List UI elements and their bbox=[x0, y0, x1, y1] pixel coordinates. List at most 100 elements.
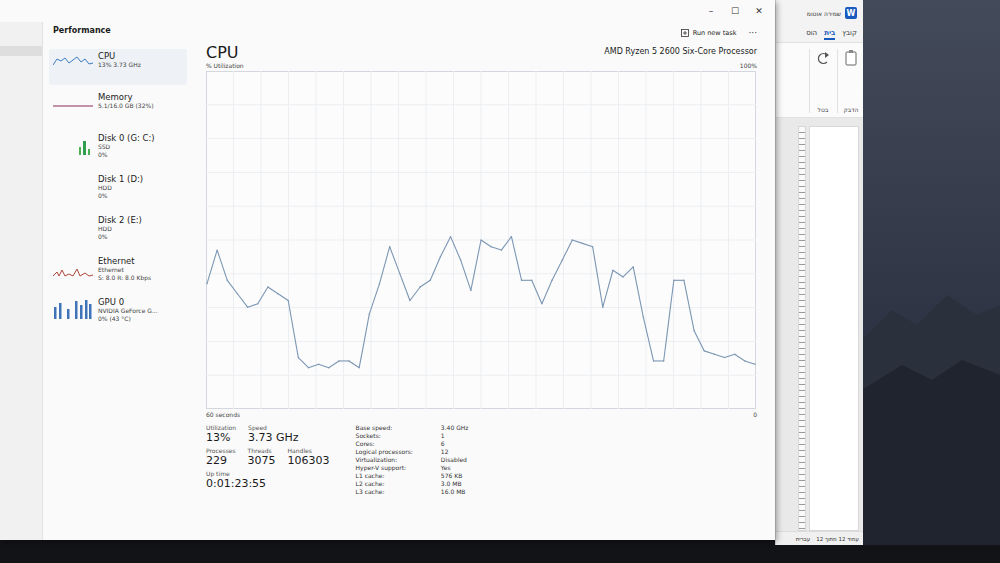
chart-segment bbox=[522, 279, 532, 280]
chart-point bbox=[206, 283, 207, 284]
close-button[interactable]: ✕ bbox=[747, 6, 771, 16]
sidebar-item[interactable]: Memory5.1/16.0 GB (32%) bbox=[49, 90, 187, 126]
chart-segment bbox=[369, 283, 379, 313]
sidebar-item[interactable]: EthernetEthernetS: 8.0 R: 8.0 Kbps bbox=[49, 254, 187, 290]
chart-segment bbox=[481, 240, 491, 247]
sidebar-item[interactable]: Disk 2 (E:)HDD0% bbox=[49, 213, 187, 249]
sidebar-item[interactable]: CPU13% 3.73 GHz bbox=[49, 49, 187, 85]
chart-point bbox=[216, 249, 217, 250]
minimize-button[interactable]: – bbox=[699, 6, 723, 16]
cpu-panel: Run new task···CPU% UtilizationAMD Ryzen… bbox=[193, 22, 775, 540]
stat-label: Handles bbox=[288, 447, 330, 454]
document-area[interactable] bbox=[776, 118, 863, 531]
stat-group: Utilization13%Speed3.73 GHz bbox=[206, 424, 330, 444]
chart-point bbox=[359, 367, 360, 368]
chart-point bbox=[369, 313, 370, 314]
spec-label: L3 cache: bbox=[356, 488, 413, 496]
processor-group: AMD Ryzen 5 2600 Six-Core Processor100% bbox=[604, 47, 757, 69]
stat-value: 3075 bbox=[248, 454, 276, 467]
sidebar-item-name: Ethernet bbox=[98, 256, 151, 266]
sidebar: PerformanceCPU13% 3.73 GHzMemory5.1/16.0… bbox=[43, 22, 193, 540]
chart-segment bbox=[501, 236, 511, 249]
ribbon-tab[interactable]: הוס bbox=[806, 29, 817, 40]
gpu-graph-icon bbox=[53, 297, 93, 319]
spec-label: Logical processors: bbox=[356, 448, 413, 456]
time-span-label: 60 seconds bbox=[206, 411, 240, 418]
spec-value: 3.0 MB bbox=[441, 480, 469, 488]
chart-segment bbox=[735, 354, 745, 361]
spec-label: Cores: bbox=[356, 440, 413, 448]
chart-point bbox=[531, 279, 532, 280]
chart-segment bbox=[745, 361, 755, 364]
stat-label: Utilization bbox=[206, 424, 236, 431]
panel-title: CPU bbox=[206, 44, 244, 62]
spec-value: 16.0 MB bbox=[441, 488, 469, 496]
more-options-button[interactable]: ··· bbox=[748, 28, 757, 38]
chart-point bbox=[673, 279, 674, 280]
chart-point bbox=[419, 286, 420, 287]
ribbon-tab[interactable]: קובץ bbox=[842, 29, 857, 40]
chart-point bbox=[541, 303, 542, 304]
autosave-label[interactable]: שמירה אוטומ bbox=[807, 10, 841, 17]
ribbon: הדבק בטל bbox=[776, 42, 863, 118]
sidebar-item-name: Disk 0 (G: C:) bbox=[98, 133, 155, 143]
chart-segment bbox=[714, 354, 724, 357]
sidebar-item[interactable]: Disk 0 (G: C:)SSD0% bbox=[49, 131, 187, 167]
sidebar-item[interactable]: Disk 1 (D:)HDD0% bbox=[49, 172, 187, 208]
chart-point bbox=[409, 299, 410, 300]
vertical-ruler bbox=[798, 126, 806, 531]
chart-segment bbox=[461, 260, 471, 290]
chart-point bbox=[450, 236, 451, 237]
chart-point bbox=[470, 289, 471, 290]
ribbon-group-label[interactable]: הדבק bbox=[844, 106, 859, 113]
spec-label: Hyper-V support: bbox=[356, 464, 413, 472]
chart-segment bbox=[623, 266, 633, 276]
ribbon-group-label[interactable]: בטל bbox=[818, 106, 829, 113]
stat-value: 3.73 GHz bbox=[248, 431, 299, 444]
spec-value: Yes bbox=[441, 464, 469, 472]
spec-label: L2 cache: bbox=[356, 480, 413, 488]
chart-segment bbox=[298, 357, 308, 367]
stat-value: 229 bbox=[206, 454, 236, 467]
chart-point bbox=[602, 306, 603, 307]
chart-segment bbox=[674, 279, 684, 280]
toolbar: Run new task ··· bbox=[206, 22, 757, 44]
word-window[interactable]: Wשמירה אוטומקובץביתהוסהדבקבטלעמוד 12 מתו… bbox=[775, 0, 863, 545]
navigation-rail bbox=[0, 22, 43, 540]
sidebar-item-detail: HDD bbox=[98, 184, 143, 192]
chart-segment bbox=[420, 280, 430, 287]
chart-segment bbox=[380, 246, 390, 283]
stat: Speed3.73 GHz bbox=[248, 424, 299, 444]
chart-segment bbox=[654, 360, 664, 361]
stat-group: Processes229 Threads3075 Handles106303 bbox=[206, 447, 330, 467]
spec-label: L1 cache: bbox=[356, 472, 413, 480]
run-task-icon bbox=[681, 29, 689, 37]
stat: Threads3075 bbox=[248, 447, 276, 467]
ribbon-group: הדבק bbox=[837, 49, 859, 113]
chart-point bbox=[480, 239, 481, 240]
spec-label: Virtualization: bbox=[356, 456, 413, 464]
chart-point bbox=[247, 306, 248, 307]
task-manager-window[interactable]: –☐✕ PerformanceCPU13% 3.73 GHzMemory5.1/1… bbox=[0, 0, 775, 540]
chart-point bbox=[612, 269, 613, 270]
stat: Handles106303 bbox=[288, 447, 330, 467]
run-new-task-button[interactable]: Run new task bbox=[681, 29, 737, 37]
document-page[interactable] bbox=[809, 126, 859, 531]
sidebar-item-text: Disk 0 (G: C:)SSD0% bbox=[98, 133, 155, 159]
chart-segment bbox=[684, 280, 694, 330]
chart-point bbox=[551, 279, 552, 280]
chart-point bbox=[227, 279, 228, 280]
stat-label: Threads bbox=[248, 447, 276, 454]
run-new-task-label[interactable]: Run new task bbox=[693, 29, 737, 37]
sidebar-item[interactable]: GPU 0NVIDIA GeForce G...0% (43 °C) bbox=[49, 295, 187, 331]
sidebar-item-text: Disk 2 (E:)HDD0% bbox=[98, 215, 142, 241]
desktop bbox=[862, 0, 1000, 545]
stat: Processes229 bbox=[206, 447, 236, 467]
processor-specs: Base speed:3.40 GHzSockets:1Cores:6Logic… bbox=[356, 424, 469, 497]
maximize-button[interactable]: ☐ bbox=[723, 6, 747, 16]
sidebar-item-detail: HDD bbox=[98, 225, 142, 233]
chart-point bbox=[663, 360, 664, 361]
chart-segment bbox=[308, 364, 318, 367]
chart-point bbox=[511, 236, 512, 237]
ribbon-tab[interactable]: בית bbox=[824, 29, 835, 40]
